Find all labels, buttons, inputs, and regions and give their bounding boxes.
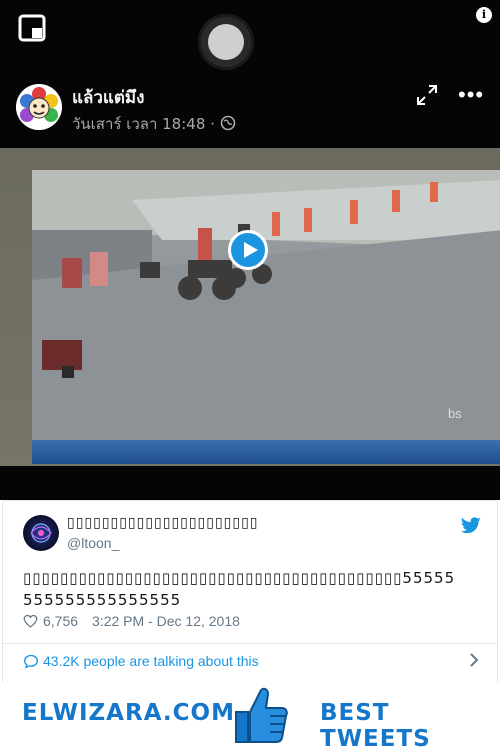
divider — [3, 643, 497, 644]
avatar-cartoon-icon — [16, 84, 62, 130]
pip-icon[interactable] — [18, 14, 46, 42]
like-count[interactable]: 6,756 — [43, 613, 78, 629]
video-watermark: bs — [448, 406, 462, 421]
tweet-author-name[interactable]: ▯▯▯▯▯▯▯▯▯▯▯▯▯▯▯▯▯▯▯▯▯▯ — [67, 515, 259, 531]
video-frame — [0, 148, 500, 466]
twitter-bird-icon[interactable] — [461, 517, 481, 534]
cctv-taskbar — [32, 440, 500, 464]
heart-icon[interactable] — [23, 614, 38, 628]
avatar-glow-icon — [30, 523, 52, 543]
chevron-right-icon — [470, 653, 479, 667]
globe-icon — [220, 115, 235, 131]
post-author[interactable]: แล้วแต่มึง — [72, 84, 144, 111]
post-meta: วันเสาร์ เวลา 18:48 · — [72, 112, 236, 136]
tweet-timestamp[interactable]: 3:22 PM - Dec 12, 2018 — [92, 613, 240, 629]
play-icon[interactable] — [228, 230, 268, 270]
thumbs-up-icon — [235, 687, 288, 743]
tweet-meta: 6,756 3:22 PM - Dec 12, 2018 — [23, 613, 240, 629]
site-banner: ELWIZARA.COM BEST TWEETS — [2, 682, 498, 752]
tweet-text: ▯▯▯▯▯▯▯▯▯▯▯▯▯▯▯▯▯▯▯▯▯▯▯▯▯▯▯▯▯▯▯▯▯▯▯▯▯▯▯▯… — [23, 569, 456, 609]
best-tweets-label: BEST TWEETS — [320, 700, 431, 752]
cctv-screen — [32, 170, 500, 460]
more-icon[interactable]: ••• — [458, 84, 484, 106]
embedded-video[interactable]: i แล้วแต่มึง วันเสาร์ เวลา 18:48 · ••• b… — [0, 0, 500, 500]
expand-icon[interactable] — [416, 84, 438, 106]
tweet-avatar[interactable] — [23, 515, 59, 551]
post-time: วันเสาร์ เวลา 18:48 · — [72, 115, 215, 133]
conversation-link[interactable]: 43.2K people are talking about this — [23, 651, 479, 671]
record-button[interactable] — [198, 14, 254, 70]
site-name[interactable]: ELWIZARA.COM — [22, 700, 235, 726]
avatar — [16, 84, 62, 130]
cctv-scene — [32, 170, 500, 460]
comment-bubble-icon — [23, 654, 39, 669]
tweet-author-handle[interactable]: @ltoon_ — [67, 535, 119, 551]
conversation-text: 43.2K people are talking about this — [43, 653, 259, 669]
info-icon[interactable]: i — [476, 7, 492, 23]
